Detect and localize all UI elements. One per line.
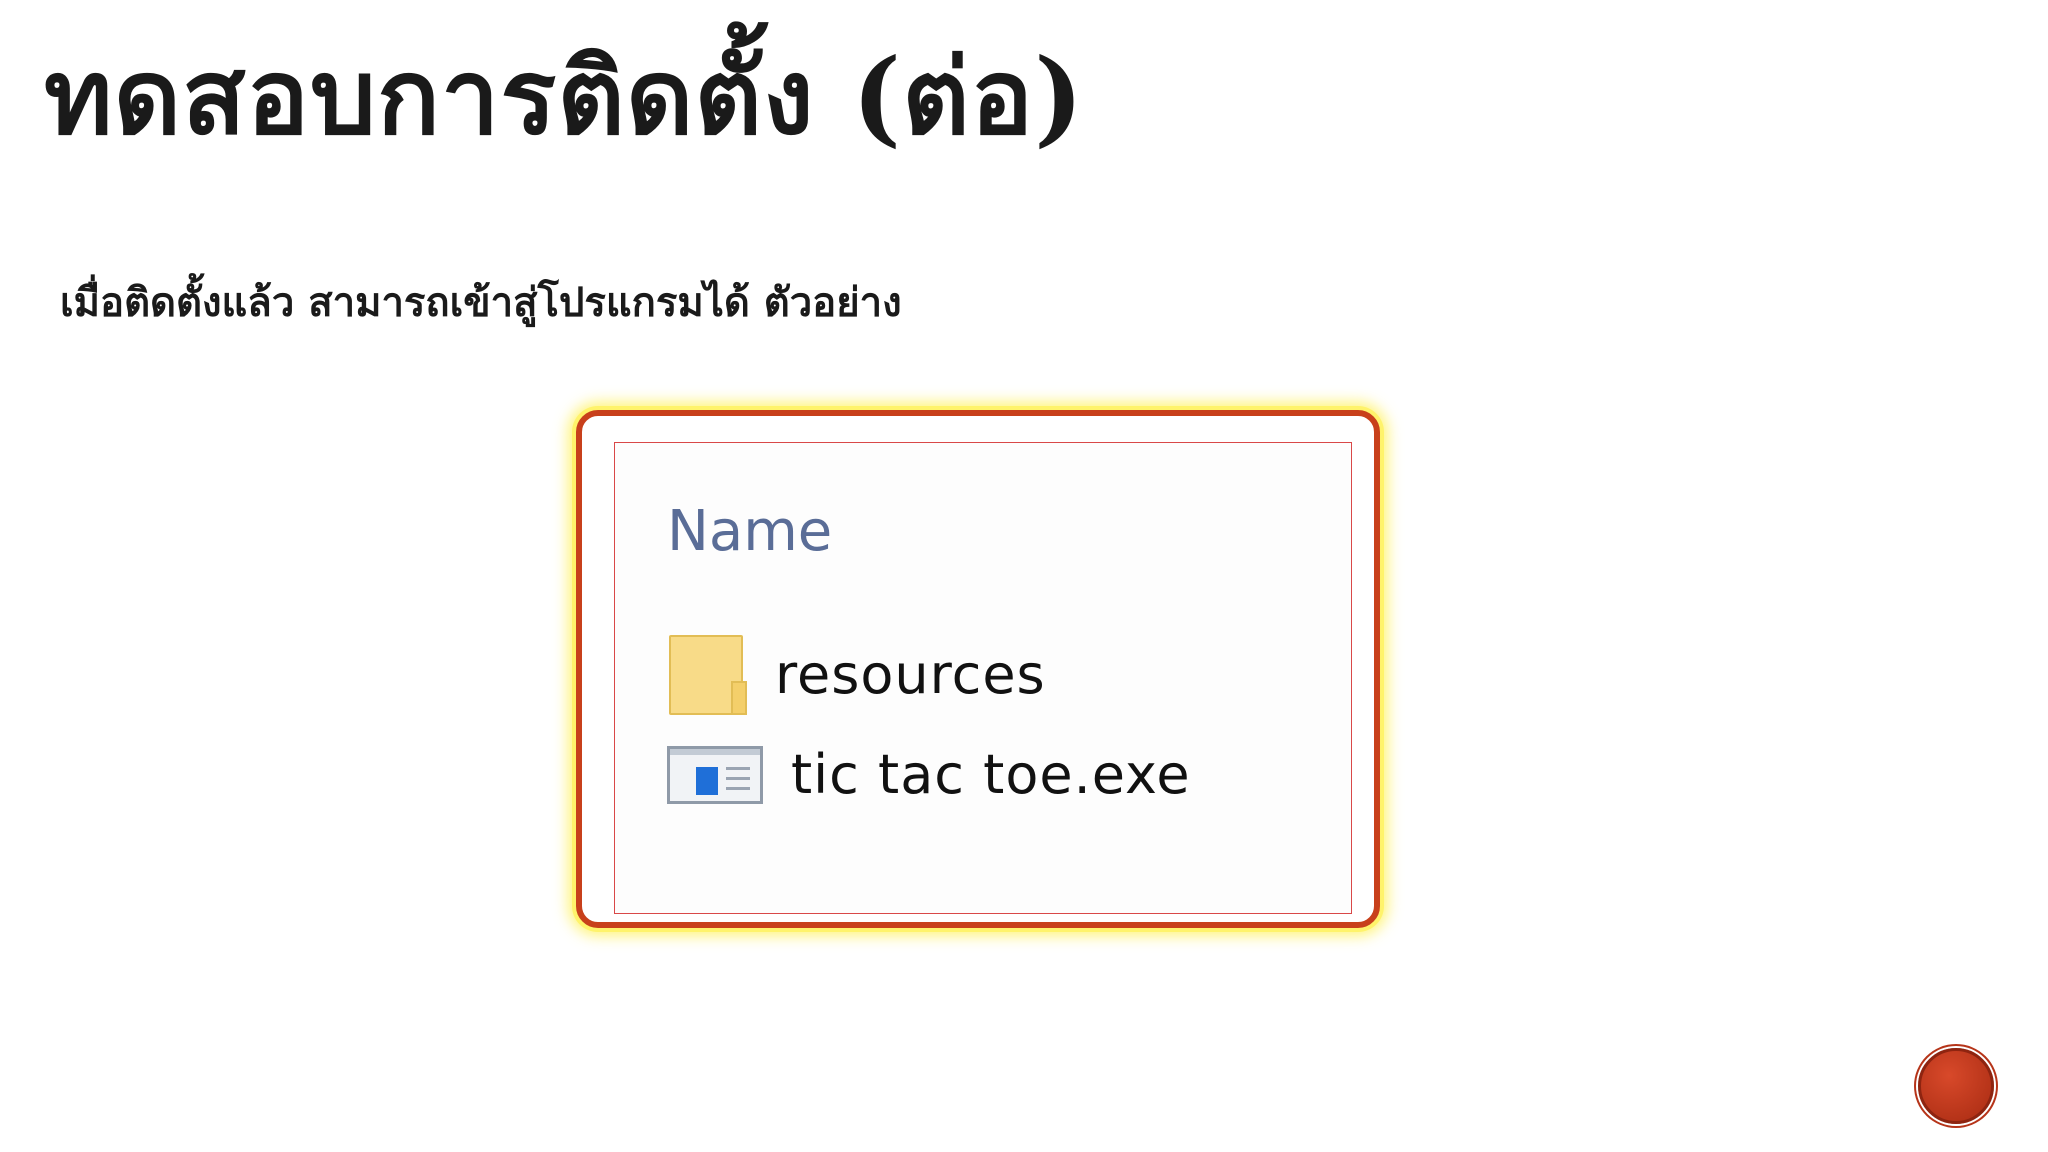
folder-icon — [667, 633, 747, 715]
file-row-resources: resources — [667, 633, 1046, 715]
file-name-resources: resources — [775, 642, 1046, 706]
file-row-exe: tic tac toe.exe — [667, 743, 1191, 806]
slide-body-text: เมื่อติดตั้งแล้ว สามารถเข้าสู่โปรแกรมได้… — [60, 280, 902, 326]
file-list-panel: Name resources tic tac toe.exe — [614, 442, 1352, 914]
slide-number-badge — [1918, 1048, 1994, 1124]
name-column-header: Name — [667, 499, 833, 564]
slide: ทดสอบการติดตั้ง (ต่อ) เมื่อติดตั้งแล้ว ส… — [0, 0, 2048, 1152]
slide-title: ทดสอบการติดตั้ง (ต่อ) — [44, 35, 1085, 158]
screenshot-highlight-frame: Name resources tic tac toe.exe — [576, 410, 1380, 928]
application-icon — [667, 745, 763, 804]
file-name-exe: tic tac toe.exe — [791, 743, 1191, 806]
